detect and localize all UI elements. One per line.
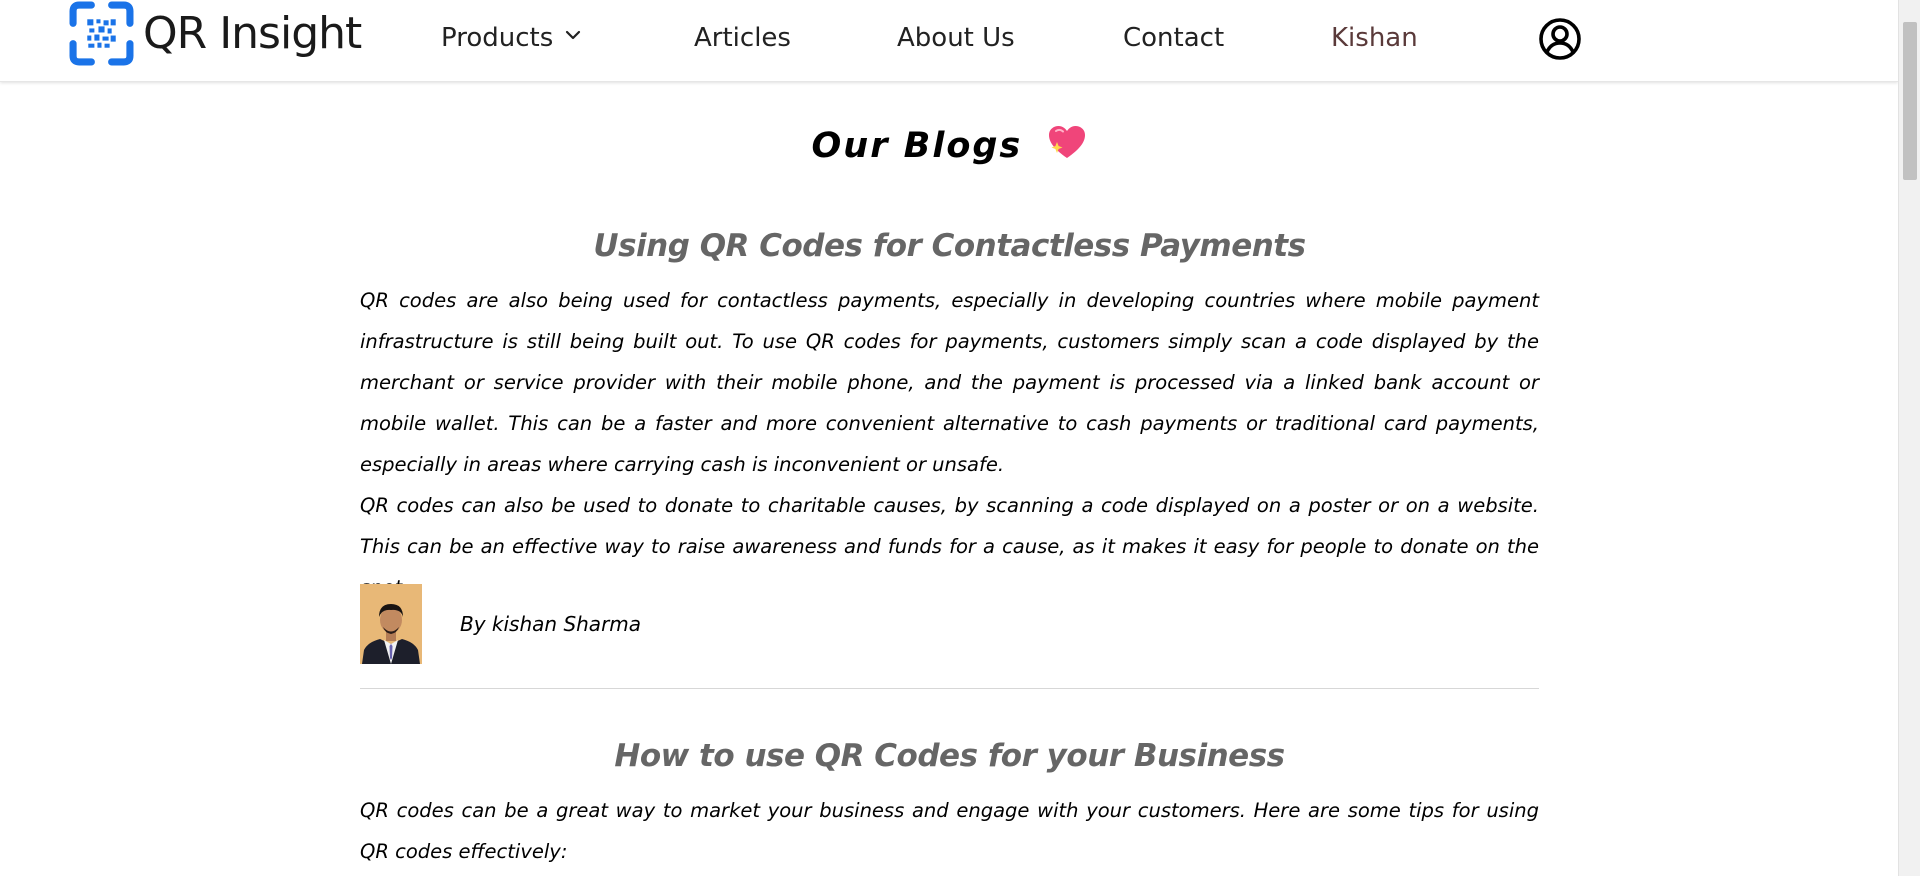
nav-contact-link[interactable]: Contact <box>1123 18 1224 58</box>
sparkling-heart-icon <box>1049 126 1086 158</box>
post-paragraph: QR codes can be a great way to market yo… <box>360 799 1539 863</box>
post-body: QR codes can be a great way to market yo… <box>360 790 1539 872</box>
post-title[interactable]: How to use QR Codes for your Business <box>360 728 1539 784</box>
post-author: By kishan Sharma <box>360 584 641 664</box>
user-circle-icon[interactable] <box>1538 17 1582 61</box>
page-scrollbar[interactable] <box>1898 0 1920 876</box>
post-divider <box>360 688 1539 689</box>
qr-logo-icon <box>69 1 134 66</box>
nav-about-link[interactable]: About Us <box>897 18 1015 58</box>
page-title: Our Blogs <box>0 118 1898 174</box>
brand-logo-link[interactable]: QR Insight <box>69 1 362 66</box>
nav-products-dropdown[interactable]: Products <box>441 18 583 58</box>
post-paragraph: QR codes are also being used for contact… <box>360 289 1539 476</box>
nav-user-name[interactable]: Kishan <box>1331 18 1418 58</box>
nav-articles-link[interactable]: Articles <box>694 18 791 58</box>
post-title[interactable]: Using QR Codes for Contactless Payments <box>360 218 1539 274</box>
brand-name: QR Insight <box>143 7 362 59</box>
author-avatar <box>360 584 422 664</box>
chevron-down-icon <box>566 30 581 40</box>
scrollbar-thumb[interactable] <box>1903 22 1917 180</box>
author-name: By kishan Sharma <box>460 612 642 636</box>
page: QR Insight Products Articles About Us Co… <box>0 0 1920 876</box>
page-title-text: Our Blogs <box>811 126 1023 166</box>
top-navbar: QR Insight Products Articles About Us Co… <box>0 0 1898 82</box>
blog-post: How to use QR Codes for your Business QR… <box>360 728 1539 872</box>
post-body: QR codes are also being used for contact… <box>360 280 1539 608</box>
nav-products-label: Products <box>441 23 554 53</box>
blog-post: Using QR Codes for Contactless Payments … <box>360 218 1539 608</box>
